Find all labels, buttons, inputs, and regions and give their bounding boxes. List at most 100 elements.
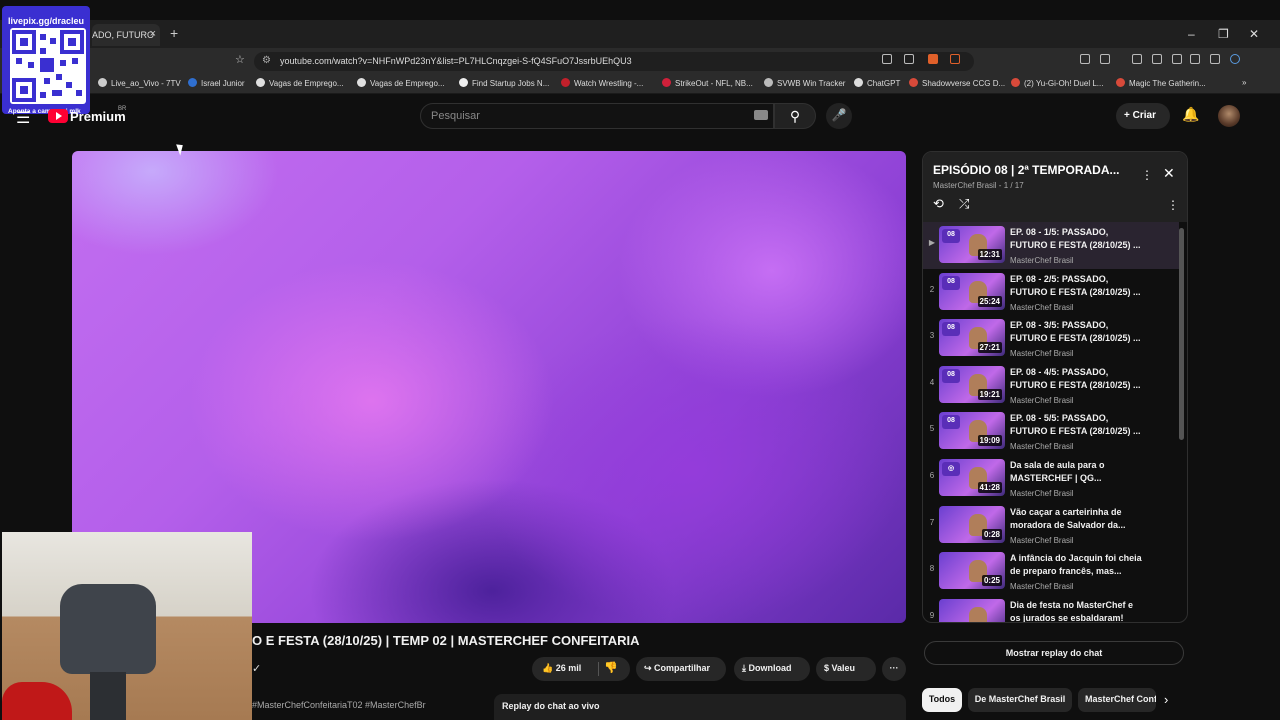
duration-badge: 25:24 <box>977 295 1002 307</box>
address-bar[interactable]: ⚙ youtube.com/watch?v=NHFnWPd23nY&list=P… <box>254 52 974 71</box>
shuffle-icon[interactable]: ⤮ <box>959 196 969 212</box>
playlist-item[interactable]: ▶ 08 12:31 EP. 08 - 1/5: PASSADO, FUTURO E … <box>923 222 1179 269</box>
dislike-icon[interactable]: 👎 <box>604 661 618 674</box>
playlist-title[interactable]: EPISÓDIO 08 | 2ª TEMPORADA... <box>933 163 1120 177</box>
playlist-item[interactable]: 2 08 25:24 EP. 08 - 2/5: PASSADO, FUTURO E … <box>923 269 1179 316</box>
wallet-icon[interactable] <box>1172 54 1182 64</box>
bookmark-item[interactable]: (2) Yu-Gi-Oh! Duel L... <box>1011 78 1103 88</box>
playlist-item[interactable]: 6 ◎ 41:28 Da sala de aula para o MASTERCHEF… <box>923 455 1179 502</box>
bookmark-label: StrikeOut - NFL, NB... <box>675 79 753 88</box>
like-count: 26 mil <box>555 663 582 673</box>
bookmark-item[interactable]: ChatGPT <box>854 78 900 88</box>
playlist-item-thumbnail[interactable]: 1:02 <box>939 598 1005 622</box>
restore-button[interactable]: ❐ <box>1218 27 1229 41</box>
search-button[interactable]: ⚲ <box>774 103 816 129</box>
playlist-menu-icon[interactable]: ⋮ <box>1141 168 1153 182</box>
playlist-item[interactable]: 9 1:02 Dia de festa no MasterChef e os jur… <box>923 595 1179 622</box>
extensions-icon[interactable] <box>1080 54 1090 64</box>
playlist-item[interactable]: 3 08 27:21 EP. 08 - 3/5: PASSADO, FUTURO E … <box>923 315 1179 362</box>
episode-badge: 08 <box>942 229 960 243</box>
playlist-item[interactable]: 8 0:25 A infância do Jacquin foi cheia de … <box>923 548 1179 595</box>
playlist-panel: EPISÓDIO 08 | 2ª TEMPORADA... MasterChef… <box>922 151 1188 623</box>
more-actions-button[interactable]: ··· <box>882 657 906 681</box>
playlist-item-thumbnail[interactable]: 08 19:09 <box>939 412 1005 450</box>
chips-next-arrow-icon[interactable]: › <box>1164 692 1168 707</box>
bookmark-label: Israel Junior <box>201 79 245 88</box>
bookmark-item[interactable]: Vagas de Emprego... <box>357 78 445 88</box>
playlist-options-icon[interactable]: ⋮ <box>1167 198 1179 212</box>
playlist-close-icon[interactable]: ✕ <box>1163 165 1175 182</box>
site-info-icon[interactable]: ⚙ <box>262 55 271 66</box>
bookmark-item[interactable]: SVWB Win Tracker <box>764 78 845 88</box>
chip-masterchef-confeitaria[interactable]: MasterChef Confeitaria <box>1078 688 1156 712</box>
sidebar-icon[interactable] <box>1152 54 1162 64</box>
new-tab-button[interactable]: + <box>170 25 178 41</box>
show-chat-replay-button[interactable]: Mostrar replay do chat <box>924 641 1184 665</box>
thanks-button[interactable]: $ Valeu <box>816 657 876 681</box>
voice-search-button[interactable]: 🎤 <box>826 103 852 129</box>
bookmark-item[interactable]: Live_ao_Vivo - 7TV <box>98 78 181 88</box>
menu-icon[interactable]: ☰ <box>16 108 30 128</box>
bookmark-label: Magic The Gatherin... <box>1129 79 1206 88</box>
playlist-item[interactable]: 4 08 19:21 EP. 08 - 4/5: PASSADO, FUTURO E … <box>923 362 1179 409</box>
playlist-item-thumbnail[interactable]: 0:28 <box>939 505 1005 543</box>
loop-icon[interactable]: ⟲ <box>933 196 944 212</box>
bookmark-item[interactable]: Israel Junior <box>188 78 245 88</box>
share-page-icon[interactable] <box>904 54 914 64</box>
playlist-item-thumbnail[interactable]: 08 19:21 <box>939 365 1005 403</box>
playlist-item-thumbnail[interactable]: ◎ 41:28 <box>939 458 1005 496</box>
avatar[interactable] <box>1218 105 1240 127</box>
bookmark-favicon-icon <box>357 78 366 87</box>
playlist-scrollbar[interactable] <box>1179 228 1184 440</box>
vpn-icon[interactable] <box>1210 54 1220 64</box>
leo-icon[interactable] <box>1190 54 1200 64</box>
mic-icon: 🎤 <box>831 108 847 122</box>
webcam-person <box>2 682 72 720</box>
bookmark-item[interactable]: Watch Wrestling -... <box>561 78 643 88</box>
cast-icon[interactable] <box>882 54 892 64</box>
playlist-item-thumbnail[interactable]: 08 27:21 <box>939 319 1005 357</box>
bookmark-label: (2) Yu-Gi-Oh! Duel L... <box>1024 79 1104 88</box>
media-icon[interactable] <box>1132 54 1142 64</box>
livepix-qr-overlay: livepix.gg/dracleu Aponta a camera ai ml… <box>2 6 90 115</box>
bookmark-item[interactable]: Find Startup Jobs N... <box>459 78 549 88</box>
youtube-logo-icon[interactable] <box>48 109 68 123</box>
download-button[interactable]: ⤓ Download <box>734 657 810 681</box>
browser-menu-icon[interactable] <box>1252 54 1262 64</box>
playlist-item-thumbnail[interactable]: 08 25:24 <box>939 272 1005 310</box>
close-window-button[interactable]: ✕ <box>1249 27 1259 41</box>
bookmarks-overflow-button[interactable]: » <box>1242 78 1246 87</box>
playlist-item[interactable]: 7 0:28 Vão caçar a carteirinha de moradora… <box>923 502 1179 549</box>
minimize-button[interactable]: – <box>1188 27 1195 41</box>
episode-badge: ◎ <box>942 461 960 476</box>
playlist-item-thumbnail[interactable]: 08 12:31 <box>939 226 1005 263</box>
bookmark-item[interactable]: Shadowverse CCG D... <box>909 78 1005 88</box>
share-button[interactable]: ↪ Compartilhar <box>636 657 726 681</box>
playlist-item-title: EP. 08 - 3/5: PASSADO, FUTURO E FESTA (2… <box>1010 320 1141 344</box>
brave-shield-icon[interactable] <box>928 54 938 64</box>
search-input[interactable]: Pesquisar <box>420 103 774 129</box>
bookmark-star-icon[interactable]: ☆ <box>235 53 245 66</box>
browser-tab[interactable]: ADO, FUTURO × <box>92 24 160 46</box>
bookmark-item[interactable]: Vagas de Emprego... <box>256 78 344 88</box>
overlay-top-text: livepix.gg/dracleu <box>8 16 85 26</box>
profile-icon[interactable] <box>1230 54 1240 64</box>
bookmark-item[interactable]: Magic The Gatherin... <box>1116 78 1206 88</box>
duration-badge: 1:02 <box>981 621 1002 622</box>
episode-badge: 08 <box>942 275 960 290</box>
create-button[interactable]: + Criar <box>1116 103 1170 129</box>
verified-check-icon: ✓ <box>252 663 262 675</box>
notifications-bell-icon[interactable]: 🔔 <box>1182 106 1199 123</box>
playlist-channel[interactable]: MasterChef Brasil <box>933 181 997 190</box>
rewards-icon[interactable] <box>950 54 960 64</box>
video-hashtags[interactable]: #MasterChefConfeitariaT02 #MasterChefBr <box>252 700 426 710</box>
playlist-item[interactable]: 5 08 19:09 EP. 08 - 5/5: PASSADO, FUTURO E … <box>923 408 1179 455</box>
playlist-item-thumbnail[interactable]: 0:25 <box>939 552 1005 590</box>
tab-close-icon[interactable]: × <box>150 28 156 40</box>
chip-all[interactable]: Todos <box>922 688 962 712</box>
reader-icon[interactable] <box>1100 54 1110 64</box>
keyboard-icon[interactable] <box>754 110 768 120</box>
duration-badge: 19:21 <box>977 388 1002 400</box>
chip-from-channel[interactable]: De MasterChef Brasil <box>968 688 1072 712</box>
bookmark-item[interactable]: StrikeOut - NFL, NB... <box>662 78 753 88</box>
